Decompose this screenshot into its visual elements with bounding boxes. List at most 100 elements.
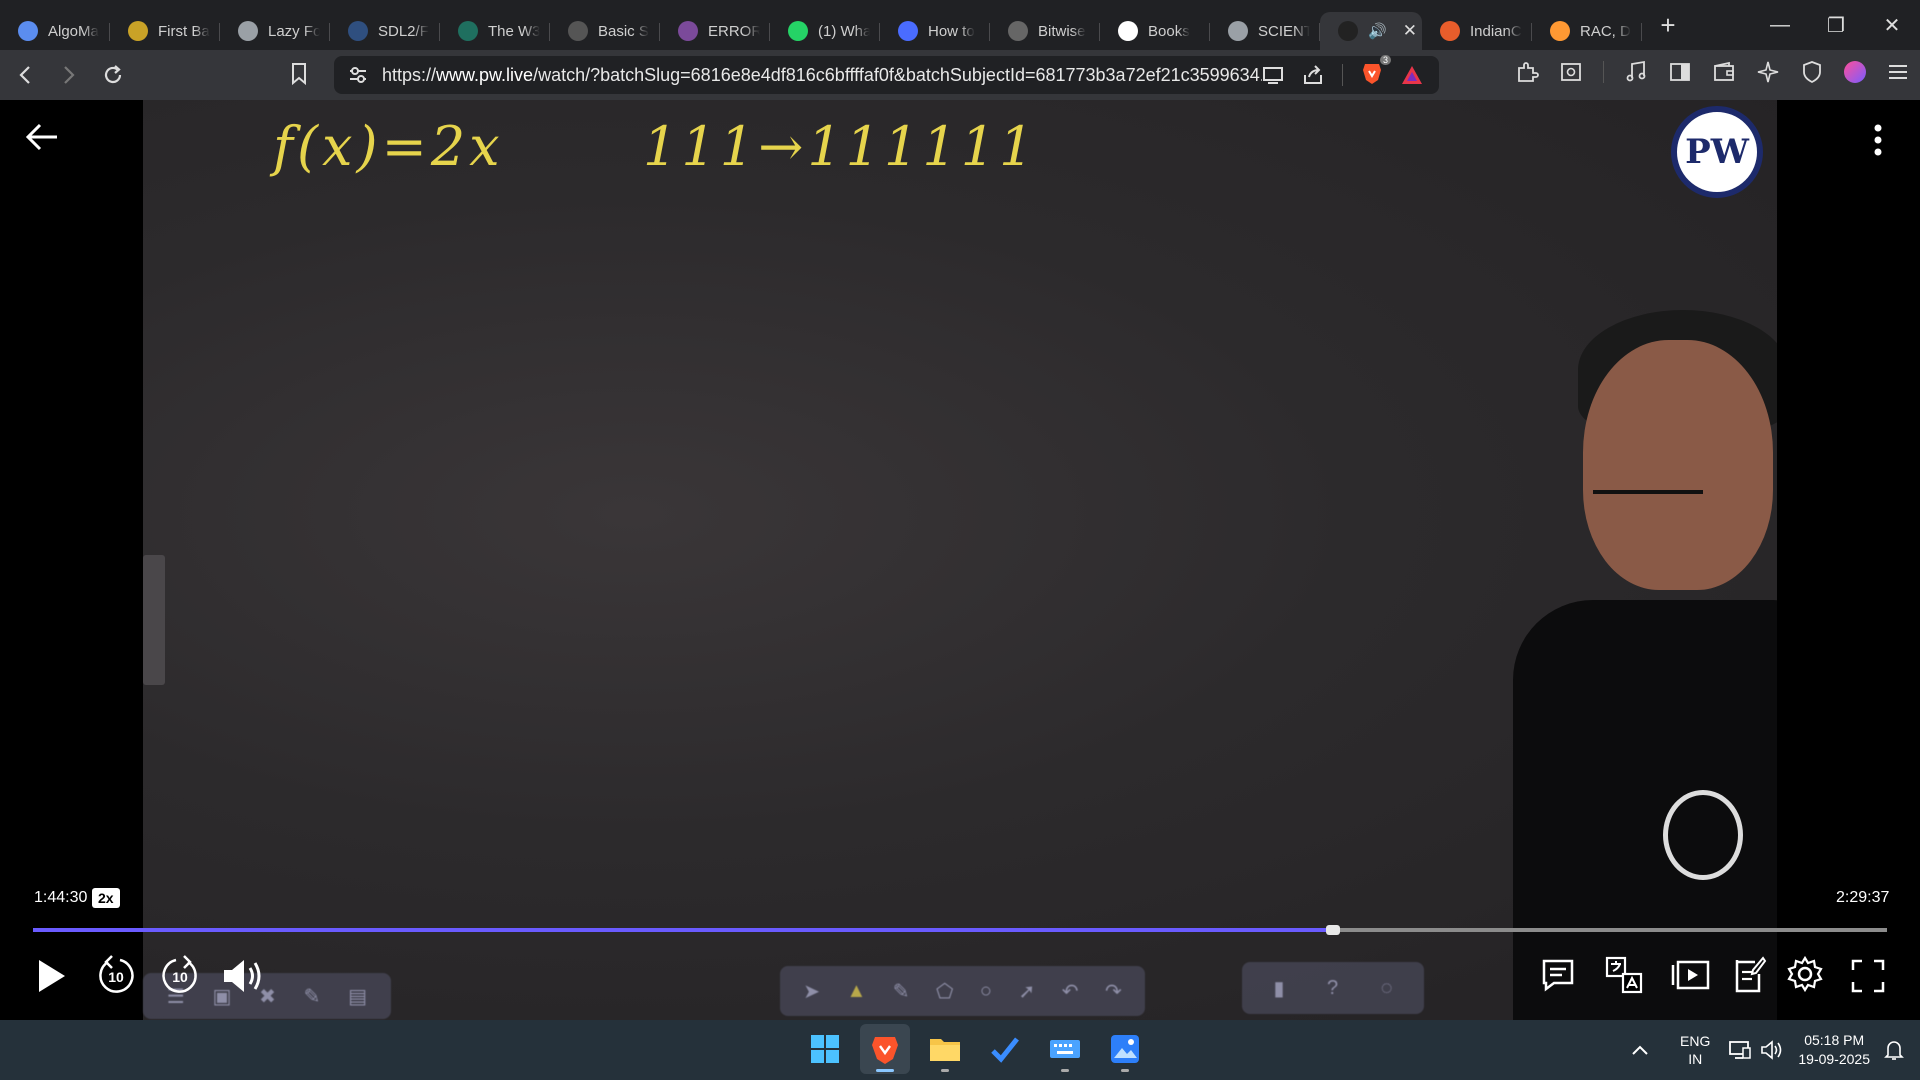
tab-title: Lazy Fo [268,22,320,40]
address-bar[interactable]: https://www.pw.live/watch/?batchSlug=681… [334,54,1439,94]
wb-highlighter-icon: ▲ [846,979,867,1002]
tab-title: Books [1148,22,1190,40]
browser-tab[interactable]: AlgoMa [0,12,110,50]
browser-tab[interactable]: SCIENT [1210,12,1320,50]
more-vertical-icon [1874,124,1882,156]
error-site-icon [678,21,698,41]
seek-bar[interactable] [33,925,1887,935]
clock[interactable]: 05:18 PM 19-09-2025 [1798,1031,1870,1069]
restore-button[interactable]: ❐ [1808,0,1864,50]
wb-redo-icon: ↷ [1104,980,1122,1003]
forward-button[interactable] [50,56,88,94]
running-indicator [1121,1069,1129,1072]
browser-tab[interactable]: SDL2/F [330,12,440,50]
minimize-button[interactable]: — [1752,0,1808,50]
player-back-button[interactable] [24,122,64,162]
notes-edit-icon [1735,956,1767,993]
reader-mode-icon[interactable] [1559,60,1583,84]
bookmark-button[interactable] [290,62,308,91]
notification-bell-icon[interactable] [1884,1039,1904,1061]
settings-button[interactable] [1785,953,1825,995]
wb-shape-icon: ⬠ [936,980,954,1003]
input-language[interactable]: ENG IN [1680,1032,1710,1068]
playlist-play-icon [1671,960,1710,990]
player-more-button[interactable] [1868,120,1888,160]
close-window-button[interactable]: ✕ [1864,0,1920,50]
speaker-icon[interactable] [1760,1039,1784,1061]
chevron-up-icon[interactable] [1630,1043,1650,1057]
video-frame[interactable]: f(x)=2x 111→111111 PW [143,100,1777,1020]
taskbar-keyboard-app[interactable] [1040,1024,1090,1074]
brave-rewards-icon[interactable] [1401,65,1423,85]
tab-close-icon[interactable]: ✕ [1403,21,1417,41]
browser-tab[interactable]: The W3 [440,12,550,50]
taskbar-file-explorer[interactable] [920,1024,970,1074]
media-control-icon[interactable] [1624,60,1648,84]
chat-button[interactable] [1538,955,1578,995]
volume-button[interactable] [218,953,268,999]
fullscreen-button[interactable] [1848,956,1888,996]
tab-title: The W3 [488,22,540,40]
profile-avatar[interactable] [1844,61,1866,83]
translate-icon [1605,956,1643,994]
rewind-10-button[interactable]: 10 [94,952,138,1000]
browser-tab[interactable]: (1) Wha [770,12,880,50]
url-scheme: https:// [382,64,437,85]
url-path: /watch/?batchSlug=6816e8e4df816c6bffffaf… [533,64,1262,85]
play-button[interactable] [32,953,72,999]
algomaster-icon [18,21,38,41]
video-player[interactable]: f(x)=2x 111→111111 PW 1:44:30 2x 2:29:37… [0,100,1920,1020]
forward-10-button[interactable]: 10 [158,952,202,1000]
browser-tab[interactable]: First Ba [110,12,220,50]
playback-speed-badge[interactable]: 2x [92,888,120,908]
browser-tab[interactable]: ERROR [660,12,770,50]
windows-logo-icon [811,1035,839,1063]
translate-button[interactable] [1604,955,1644,995]
gear-icon [1787,955,1823,993]
menu-icon[interactable] [1886,60,1910,84]
browser-tab[interactable]: Bitwise [990,12,1100,50]
reload-button[interactable] [94,56,132,94]
seek-bar-thumb[interactable] [1326,925,1341,935]
brave-shields-button[interactable]: 3 [1361,54,1391,90]
tab-title: Bitwise [1038,22,1086,40]
browser-tab[interactable]: Lazy Fo [220,12,330,50]
wallet-icon[interactable] [1712,60,1736,84]
side-panel-handle[interactable] [143,555,165,685]
tab-title: IndianC [1470,22,1522,40]
browser-tab[interactable]: Basic S [550,12,660,50]
extensions-icon[interactable] [1515,60,1539,84]
photos-icon [1111,1035,1139,1063]
wb-undo-icon: ↶ [1061,980,1079,1003]
vpn-shield-icon[interactable] [1800,60,1824,84]
start-button[interactable] [800,1024,850,1074]
tab-title: (1) Wha [818,22,870,40]
back-button[interactable] [6,56,44,94]
browser-tab[interactable]: IndianC [1422,12,1532,50]
tab-title: SDL2/F [378,22,429,40]
leo-ai-icon[interactable] [1756,60,1780,84]
cast-icon[interactable] [1262,66,1284,84]
browser-tab[interactable]: RAC, D [1532,12,1642,50]
region-code: IN [1688,1051,1703,1067]
browser-tab[interactable]: How to [880,12,990,50]
url-text[interactable]: https://www.pw.live/watch/?batchSlug=681… [382,65,1262,86]
taskbar-brave[interactable] [860,1024,910,1074]
notes-button[interactable] [1732,953,1768,995]
tab-audio-icon[interactable]: 🔊 [1368,22,1387,40]
taskbar-photos[interactable] [1100,1024,1150,1074]
new-tab-button[interactable]: + [1648,10,1688,41]
share-icon[interactable] [1302,65,1324,85]
taskbar-todo[interactable] [980,1024,1030,1074]
site-settings-icon[interactable] [348,66,368,84]
network-icon[interactable] [1728,1039,1752,1061]
browser-tab[interactable]: Books [1100,12,1210,50]
sidebar-icon[interactable] [1668,60,1692,84]
indianc-icon [1440,21,1460,41]
gfg-icon [568,21,588,41]
wb-poll-icon: ▮ [1273,977,1285,1000]
picture-in-picture-button[interactable] [1670,955,1712,995]
browser-tab[interactable]: 🔊 ✕ [1320,12,1422,50]
clock-time: 05:18 PM [1804,1032,1865,1048]
seek-bar-played [33,928,1329,932]
